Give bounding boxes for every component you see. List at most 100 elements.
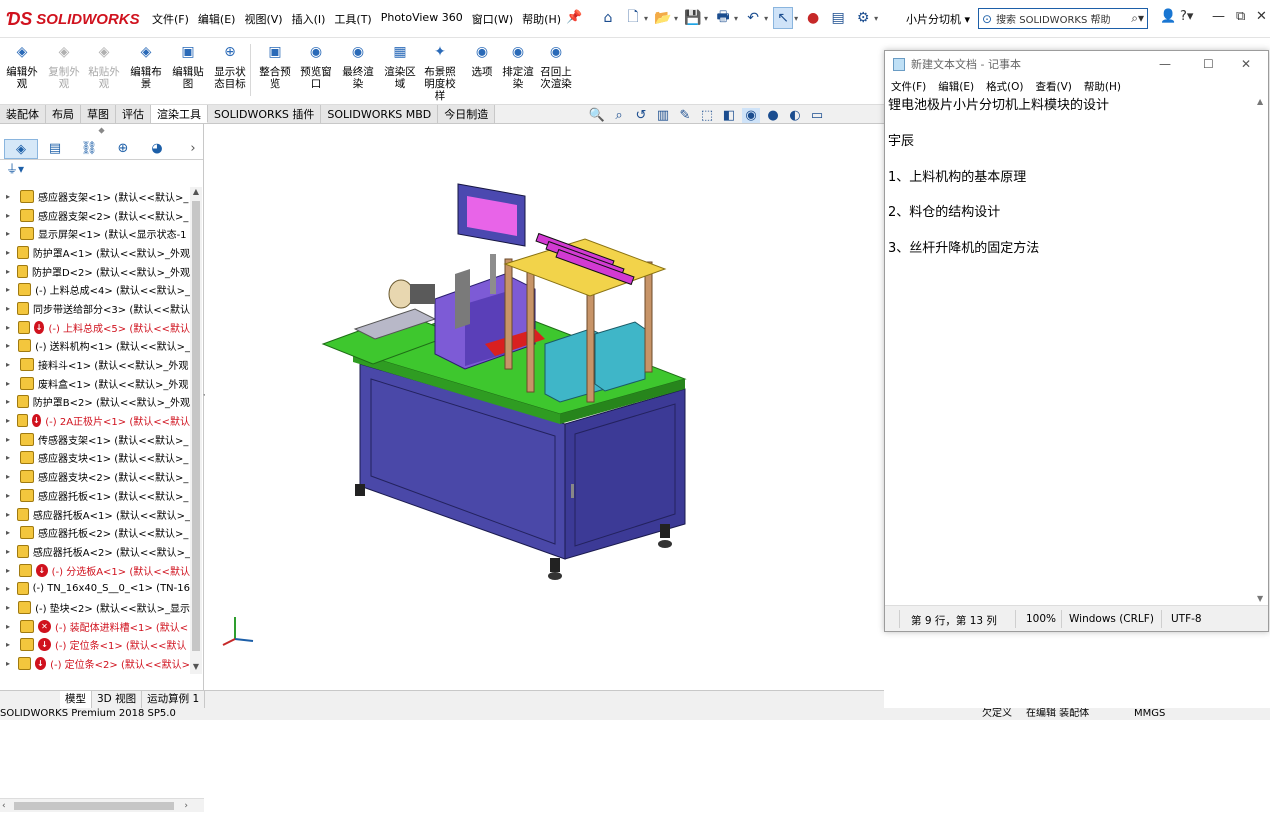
tree-item[interactable]: ▸ 感应器托板<2> (默认<<默认>_ bbox=[0, 523, 190, 542]
tree-horizontal-scrollbar[interactable]: ‹ › bbox=[0, 798, 204, 812]
tree-item[interactable]: ▸ 感应器托板A<2> (默认<<默认>_ bbox=[0, 542, 190, 561]
menu-item[interactable]: 插入(I) bbox=[292, 11, 326, 27]
file-properties-icon[interactable]: ▤ bbox=[828, 7, 848, 29]
expand-icon[interactable]: ▸ bbox=[6, 472, 20, 481]
section-view-icon[interactable]: ▥ bbox=[654, 108, 672, 123]
search-icon[interactable]: ⌕▾ bbox=[1131, 11, 1144, 26]
command-schedule-render-button[interactable]: ◉ 排定渲染 bbox=[498, 45, 538, 90]
tree-item[interactable]: ▸ 传感器支架<1> (默认<<默认>_ bbox=[0, 430, 190, 449]
tree-item[interactable]: ▸ (-) TN_16x40_S__0_<1> (TN-16 bbox=[0, 579, 190, 598]
tab-3[interactable]: 评估 bbox=[116, 105, 151, 123]
tree-item[interactable]: ▸ ↓ (-) 定位条<1> (默认<<默认 bbox=[0, 636, 190, 655]
chevron-right-icon[interactable]: › bbox=[183, 139, 203, 159]
chevron-down-icon[interactable]: ▾ bbox=[644, 14, 648, 23]
property-manager-tab-icon[interactable]: ▤ bbox=[38, 139, 72, 159]
expand-icon[interactable]: ▸ bbox=[6, 659, 18, 668]
tree-item[interactable]: ▸ 显示屏架<1> (默认<显示状态-1 bbox=[0, 224, 190, 243]
feature-tree-tab-icon[interactable]: ◈ bbox=[4, 138, 38, 159]
view-settings-icon[interactable]: ▭ bbox=[808, 108, 826, 123]
dimxpert-tab-icon[interactable]: ⊕ bbox=[106, 139, 140, 159]
expand-icon[interactable]: ▸ bbox=[6, 267, 17, 276]
tree-item[interactable]: ▸ ↓ (-) 分选板A<1> (默认<<默认 bbox=[0, 561, 190, 580]
tab-5[interactable]: SOLIDWORKS 插件 bbox=[208, 105, 322, 123]
scroll-up-icon[interactable]: ▲ bbox=[1257, 97, 1263, 106]
select-arrow-icon[interactable]: ↖ bbox=[773, 7, 794, 29]
notepad-menu-item[interactable]: 编辑(E) bbox=[938, 79, 974, 94]
tree-item[interactable]: ▸ 感应器托板A<1> (默认<<默认>_ bbox=[0, 505, 190, 524]
notepad-menu-item[interactable]: 查看(V) bbox=[1036, 79, 1072, 94]
tree-item[interactable]: ▸ 感应器支块<2> (默认<<默认>_ bbox=[0, 467, 190, 486]
pin-icon[interactable]: 📌 bbox=[566, 10, 582, 25]
tree-item[interactable]: ▸ ✕ (-) 装配体进料槽<1> (默认< bbox=[0, 617, 190, 636]
notepad-menu-item[interactable]: 文件(F) bbox=[891, 79, 926, 94]
chevron-down-icon[interactable]: ▾ bbox=[704, 14, 708, 23]
menu-item[interactable]: 编辑(E) bbox=[198, 11, 236, 27]
filter-icon[interactable]: ⏚▾ bbox=[0, 160, 203, 178]
tab-6[interactable]: SOLIDWORKS MBD bbox=[321, 105, 439, 123]
chevron-down-icon[interactable]: ▾ bbox=[794, 14, 798, 23]
save-icon[interactable]: 💾 bbox=[683, 7, 703, 29]
expand-icon[interactable]: ▸ bbox=[6, 603, 18, 612]
scroll-down-icon[interactable]: ▼ bbox=[190, 662, 202, 674]
close-icon[interactable]: ✕ bbox=[1256, 9, 1267, 24]
gear-icon[interactable]: ⚙ bbox=[853, 7, 873, 29]
command-paste-appearance-button[interactable]: ◈ 粘贴外观 bbox=[84, 45, 124, 90]
tree-item[interactable]: ▸ 感应器支块<1> (默认<<默认>_ bbox=[0, 449, 190, 468]
tree-item[interactable]: ▸ (-) 垫块<2> (默认<<默认>_显示 bbox=[0, 598, 190, 617]
tree-item[interactable]: ▸ 感应器托板<1> (默认<<默认>_ bbox=[0, 486, 190, 505]
expand-icon[interactable]: ▸ bbox=[6, 211, 20, 220]
menu-item[interactable]: 帮助(H) bbox=[522, 11, 561, 27]
restore-icon[interactable]: ⧉ bbox=[1236, 9, 1245, 24]
open-folder-icon[interactable]: 📂 bbox=[653, 7, 673, 29]
command-copy-appearance-button[interactable]: ◈ 复制外观 bbox=[44, 45, 84, 90]
expand-icon[interactable]: ▸ bbox=[6, 285, 18, 294]
tab-4[interactable]: 渲染工具 bbox=[151, 105, 208, 123]
tree-item[interactable]: ▸ 废料盒<1> (默认<<默认>_外观 bbox=[0, 374, 190, 393]
expand-icon[interactable]: ▸ bbox=[6, 397, 17, 406]
expand-icon[interactable]: ▸ bbox=[6, 435, 20, 444]
expand-icon[interactable]: ▸ bbox=[6, 229, 20, 238]
menu-item[interactable]: 工具(T) bbox=[334, 11, 371, 27]
scroll-left-icon[interactable]: ‹ bbox=[2, 799, 6, 813]
configuration-manager-tab-icon[interactable]: ⛓ bbox=[72, 139, 106, 159]
command-edit-decal-button[interactable]: ▣ 编辑贴图 bbox=[168, 45, 208, 90]
expand-icon[interactable]: ▸ bbox=[6, 622, 20, 631]
expand-icon[interactable]: ▸ bbox=[6, 584, 17, 593]
tree-item[interactable]: ▸ (-) 送料机构<1> (默认<<默认>_ bbox=[0, 337, 190, 356]
command-scene-illumination-button[interactable]: ✦ 布景照明度校样 bbox=[420, 45, 460, 102]
expand-icon[interactable]: ▸ bbox=[6, 248, 17, 257]
machine-model[interactable] bbox=[205, 124, 884, 690]
zoom-area-icon[interactable]: ⌕ bbox=[610, 108, 628, 123]
expand-icon[interactable]: ▸ bbox=[6, 304, 17, 313]
menu-item[interactable]: 文件(F) bbox=[152, 11, 189, 27]
scroll-down-icon[interactable]: ▼ bbox=[1257, 594, 1263, 603]
tab-7[interactable]: 今日制造 bbox=[438, 105, 496, 123]
tree-item[interactable]: ▸ ↓ (-) 2A正极片<1> (默认<<默认 bbox=[0, 411, 190, 430]
menu-item[interactable]: 视图(V) bbox=[244, 11, 282, 27]
command-display-state-button[interactable]: ⊕ 显示状态目标 bbox=[210, 45, 250, 90]
print-icon[interactable]: 🖶 bbox=[713, 7, 733, 29]
notepad-menu-item[interactable]: 格式(O) bbox=[986, 79, 1023, 94]
bottom-tab[interactable]: 3D 视图 bbox=[92, 691, 143, 708]
close-icon[interactable]: ✕ bbox=[1241, 57, 1251, 71]
display-manager-tab-icon[interactable]: ◕ bbox=[140, 139, 174, 159]
scroll-right-icon[interactable]: › bbox=[184, 799, 188, 813]
edit-appearance-icon[interactable]: ● bbox=[764, 108, 782, 123]
command-render-region-button[interactable]: ▦ 渲染区域 bbox=[380, 45, 420, 90]
help-icon[interactable]: ?▾ bbox=[1180, 9, 1193, 24]
bottom-tab[interactable]: 运动算例 1 bbox=[142, 691, 206, 708]
command-options-button[interactable]: ◉ 选项 bbox=[462, 45, 502, 78]
command-integrated-preview-button[interactable]: ▣ 整合预览 bbox=[255, 45, 295, 90]
chevron-down-icon[interactable]: ▾ bbox=[874, 14, 878, 23]
traffic-light-icon[interactable]: ● bbox=[803, 7, 823, 29]
expand-icon[interactable]: ▸ bbox=[6, 416, 17, 425]
command-edit-appearance-button[interactable]: ◈ 编辑外观 bbox=[2, 45, 42, 90]
expand-icon[interactable]: ▸ bbox=[6, 192, 20, 201]
view-orientation-icon[interactable]: ⬚ bbox=[698, 108, 716, 123]
tab-1[interactable]: 布局 bbox=[46, 105, 81, 123]
tree-item[interactable]: ▸ 接料斗<1> (默认<<默认>_外观 bbox=[0, 355, 190, 374]
home-icon[interactable]: ⌂ bbox=[598, 7, 618, 29]
tree-item[interactable]: ▸ ↓ (-) 上料总成<5> (默认<<默认 bbox=[0, 318, 190, 337]
tree-vertical-scrollbar[interactable]: ▲ ▼ bbox=[190, 187, 202, 674]
notepad-menu-item[interactable]: 帮助(H) bbox=[1084, 79, 1121, 94]
